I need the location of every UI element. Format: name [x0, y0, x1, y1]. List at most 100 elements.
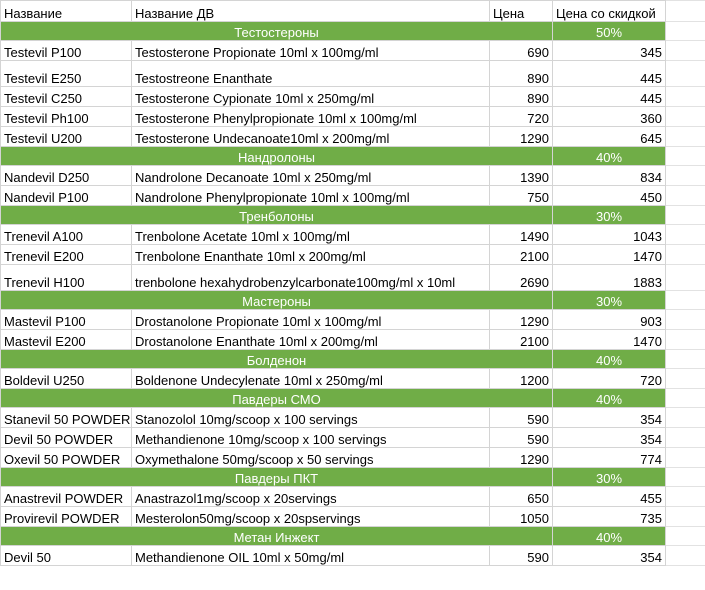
product-name-cell[interactable]: Boldevil U250	[0, 368, 132, 389]
discount-price-cell[interactable]: 445	[552, 86, 666, 107]
empty-cell[interactable]	[665, 506, 705, 527]
substance-cell[interactable]: Testosterone Cypionate 10ml x 250mg/ml	[131, 86, 490, 107]
discount-price-cell[interactable]: 450	[552, 185, 666, 206]
substance-cell[interactable]: Testosterone Undecanoate10ml x 200mg/ml	[131, 126, 490, 147]
empty-cell[interactable]	[665, 126, 705, 147]
substance-cell[interactable]: Anastrazol1mg/scoop x 20servings	[131, 486, 490, 507]
section-title-cell[interactable]: Павдеры СМО	[0, 388, 553, 408]
product-name-cell[interactable]: Nandevil D250	[0, 165, 132, 186]
price-cell[interactable]: 2100	[489, 244, 553, 265]
empty-cell[interactable]	[665, 407, 705, 428]
product-name-cell[interactable]: Devil 50 POWDER	[0, 427, 132, 448]
price-cell[interactable]: 890	[489, 60, 553, 87]
discount-price-cell[interactable]: 1470	[552, 244, 666, 265]
discount-price-cell[interactable]: 645	[552, 126, 666, 147]
substance-cell[interactable]: Testosterone Propionate 10ml x 100mg/ml	[131, 40, 490, 61]
price-cell[interactable]: 650	[489, 486, 553, 507]
empty-cell[interactable]	[665, 86, 705, 107]
discount-price-cell[interactable]: 1883	[552, 264, 666, 291]
discount-price-cell[interactable]: 354	[552, 427, 666, 448]
product-name-cell[interactable]: Testevil C250	[0, 86, 132, 107]
product-name-cell[interactable]: Oxevil 50 POWDER	[0, 447, 132, 468]
discount-price-cell[interactable]: 834	[552, 165, 666, 186]
discount-price-cell[interactable]: 735	[552, 506, 666, 527]
price-cell[interactable]: 720	[489, 106, 553, 127]
discount-price-cell[interactable]: 774	[552, 447, 666, 468]
empty-cell[interactable]	[665, 165, 705, 186]
header-substance-cell[interactable]: Название ДВ	[131, 0, 490, 22]
discount-price-cell[interactable]: 1043	[552, 224, 666, 245]
empty-cell[interactable]	[665, 0, 705, 22]
discount-price-cell[interactable]: 445	[552, 60, 666, 87]
empty-cell[interactable]	[665, 224, 705, 245]
substance-cell[interactable]: Trenbolone Enanthate 10ml x 200mg/ml	[131, 244, 490, 265]
substance-cell[interactable]: Drostanolone Enanthate 10ml x 200mg/ml	[131, 329, 490, 350]
substance-cell[interactable]: Stanozolol 10mg/scoop x 100 servings	[131, 407, 490, 428]
discount-price-cell[interactable]: 720	[552, 368, 666, 389]
price-cell[interactable]: 2100	[489, 329, 553, 350]
empty-cell[interactable]	[665, 40, 705, 61]
section-title-cell[interactable]: Болденон	[0, 349, 553, 369]
product-name-cell[interactable]: Nandevil P100	[0, 185, 132, 206]
substance-cell[interactable]: Drostanolone Propionate 10ml x 100mg/ml	[131, 309, 490, 330]
substance-cell[interactable]: Testosterone Phenylpropionate 10ml x 100…	[131, 106, 490, 127]
empty-cell[interactable]	[665, 388, 705, 408]
substance-cell[interactable]: Methandienone 10mg/scoop x 100 servings	[131, 427, 490, 448]
empty-cell[interactable]	[665, 106, 705, 127]
substance-cell[interactable]: trenbolone hexahydrobenzylcarbonate100mg…	[131, 264, 490, 291]
header-name-cell[interactable]: Название	[0, 0, 132, 22]
empty-cell[interactable]	[665, 60, 705, 87]
empty-cell[interactable]	[665, 185, 705, 206]
discount-price-cell[interactable]: 354	[552, 545, 666, 566]
empty-cell[interactable]	[665, 290, 705, 310]
empty-cell[interactable]	[665, 545, 705, 566]
product-name-cell[interactable]: Trenevil E200	[0, 244, 132, 265]
section-title-cell[interactable]: Павдеры ПКТ	[0, 467, 553, 487]
section-discount-cell[interactable]: 40%	[552, 526, 666, 546]
empty-cell[interactable]	[665, 427, 705, 448]
price-cell[interactable]: 590	[489, 407, 553, 428]
product-name-cell[interactable]: Trenevil A100	[0, 224, 132, 245]
product-name-cell[interactable]: Testevil P100	[0, 40, 132, 61]
discount-price-cell[interactable]: 360	[552, 106, 666, 127]
section-title-cell[interactable]: Метан Инжект	[0, 526, 553, 546]
substance-cell[interactable]: Nandrolone Phenylpropionate 10ml x 100mg…	[131, 185, 490, 206]
empty-cell[interactable]	[665, 368, 705, 389]
price-cell[interactable]: 590	[489, 427, 553, 448]
empty-cell[interactable]	[665, 349, 705, 369]
discount-price-cell[interactable]: 354	[552, 407, 666, 428]
substance-cell[interactable]: Methandienone OIL 10ml x 50mg/ml	[131, 545, 490, 566]
product-name-cell[interactable]: Testevil Ph100	[0, 106, 132, 127]
empty-cell[interactable]	[665, 447, 705, 468]
substance-cell[interactable]: Boldenone Undecylenate 10ml x 250mg/ml	[131, 368, 490, 389]
price-cell[interactable]: 1050	[489, 506, 553, 527]
section-discount-cell[interactable]: 30%	[552, 290, 666, 310]
price-cell[interactable]: 1200	[489, 368, 553, 389]
empty-cell[interactable]	[665, 244, 705, 265]
price-cell[interactable]: 1290	[489, 126, 553, 147]
empty-cell[interactable]	[665, 21, 705, 41]
section-title-cell[interactable]: Тестостероны	[0, 21, 553, 41]
product-name-cell[interactable]: Provirevil POWDER	[0, 506, 132, 527]
section-discount-cell[interactable]: 40%	[552, 146, 666, 166]
product-name-cell[interactable]: Mastevil P100	[0, 309, 132, 330]
empty-cell[interactable]	[665, 205, 705, 225]
substance-cell[interactable]: Trenbolone Acetate 10ml x 100mg/ml	[131, 224, 490, 245]
price-cell[interactable]: 1490	[489, 224, 553, 245]
empty-cell[interactable]	[665, 467, 705, 487]
empty-cell[interactable]	[665, 146, 705, 166]
empty-cell[interactable]	[665, 264, 705, 291]
price-cell[interactable]: 1390	[489, 165, 553, 186]
empty-cell[interactable]	[665, 329, 705, 350]
empty-cell[interactable]	[665, 526, 705, 546]
section-title-cell[interactable]: Тренболоны	[0, 205, 553, 225]
product-name-cell[interactable]: Devil 50	[0, 545, 132, 566]
price-cell[interactable]: 590	[489, 545, 553, 566]
discount-price-cell[interactable]: 455	[552, 486, 666, 507]
price-cell[interactable]: 1290	[489, 309, 553, 330]
section-discount-cell[interactable]: 30%	[552, 205, 666, 225]
product-name-cell[interactable]: Trenevil H100	[0, 264, 132, 291]
product-name-cell[interactable]: Testevil U200	[0, 126, 132, 147]
substance-cell[interactable]: Mesterolon50mg/scoop x 20spservings	[131, 506, 490, 527]
product-name-cell[interactable]: Testevil E250	[0, 60, 132, 87]
